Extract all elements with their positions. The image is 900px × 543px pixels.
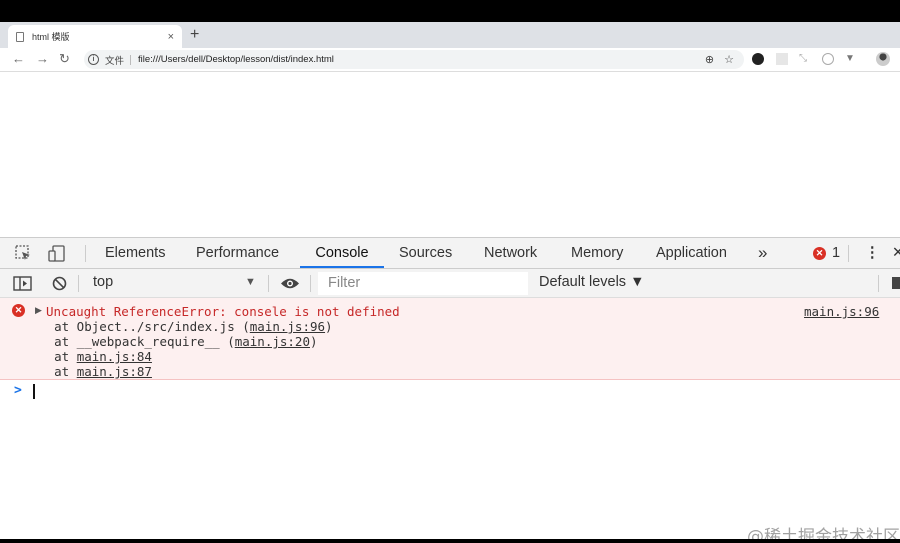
error-icon: ✕: [12, 304, 25, 317]
security-label: 文件: [105, 55, 125, 67]
error-message-text[interactable]: Uncaught ReferenceError: consele is not …: [46, 304, 400, 319]
sidebar-toggle-icon[interactable]: [13, 276, 32, 295]
stack-frame-text: at __webpack_require__ (: [24, 334, 235, 349]
context-select[interactable]: top: [93, 274, 113, 290]
prompt-chevron-icon: >: [14, 383, 22, 398]
extension-icon[interactable]: [752, 53, 764, 65]
browser-tab[interactable]: html 模版 ×: [8, 25, 182, 48]
tab-elements[interactable]: Elements: [105, 238, 165, 268]
reload-icon[interactable]: ↻: [59, 51, 70, 67]
stack-frame: at __webpack_require__ (main.js:20): [24, 334, 318, 349]
inspect-element-icon[interactable]: [15, 245, 32, 266]
divider: [268, 275, 269, 292]
stack-frame-link[interactable]: main.js:84: [77, 349, 152, 364]
stack-frame-link[interactable]: main.js:96: [250, 319, 325, 334]
clear-console-icon[interactable]: [52, 276, 67, 295]
tab-console[interactable]: Console: [300, 238, 384, 268]
divider: [310, 275, 311, 292]
device-toolbar-icon[interactable]: [48, 245, 66, 266]
bookmark-star-icon[interactable]: ☆: [724, 53, 734, 66]
kebab-menu-icon[interactable]: ⋮: [865, 238, 880, 268]
console-toolbar: top ▼ Filter Default levels ▼: [0, 269, 900, 298]
tab-network[interactable]: Network: [484, 238, 537, 268]
forward-icon[interactable]: →: [36, 51, 49, 67]
devtools-panel: Elements Performance Console Sources Net…: [0, 237, 900, 539]
extension-icon[interactable]: [822, 53, 834, 65]
console-error-message: ✕ ▶ Uncaught ReferenceError: consele is …: [0, 298, 900, 380]
divider: [878, 275, 879, 292]
close-devtools-icon[interactable]: ✕: [892, 238, 900, 268]
stack-frame: at main.js:87: [24, 364, 152, 379]
chevron-down-icon[interactable]: ▼: [245, 276, 256, 288]
stack-frame-text: at Object../src/index.js (: [24, 319, 250, 334]
divider: [848, 245, 849, 262]
divider: [130, 54, 132, 65]
extension-icon[interactable]: ▼: [845, 53, 857, 65]
stack-frame-text: at: [24, 349, 77, 364]
eye-icon[interactable]: [280, 277, 300, 294]
devtools-tab-bar: Elements Performance Console Sources Net…: [0, 238, 900, 269]
stack-frame-text: ): [309, 334, 318, 349]
browser-toolbar: ← → ↻ i 文件 file:///Users/dell/Desktop/le…: [0, 48, 900, 72]
browser-window: html 模版 × + ← → ↻ i 文件 file:///Users/del…: [0, 22, 900, 539]
tab-performance[interactable]: Performance: [196, 238, 279, 268]
info-icon[interactable]: i: [88, 54, 99, 65]
stack-frame-link[interactable]: main.js:20: [235, 334, 310, 349]
divider: [85, 245, 86, 262]
error-source-link[interactable]: main.js:96: [804, 304, 879, 319]
zoom-icon[interactable]: ⊕: [705, 53, 714, 66]
watermark: @稀土掘金技术社区: [747, 527, 900, 539]
tab-sources[interactable]: Sources: [399, 238, 452, 268]
log-levels-select[interactable]: Default levels ▼: [539, 274, 644, 290]
new-tab-button[interactable]: +: [190, 26, 199, 44]
page-icon: [16, 31, 24, 42]
tab-memory[interactable]: Memory: [571, 238, 623, 268]
stack-frame: at Object../src/index.js (main.js:96): [24, 319, 333, 334]
stack-frame-link[interactable]: main.js:87: [77, 364, 152, 379]
tab-close-button[interactable]: ×: [168, 31, 174, 43]
tab-application[interactable]: Application: [656, 238, 727, 268]
tab-title: html 模版: [32, 32, 70, 42]
avatar[interactable]: [876, 52, 890, 66]
more-tabs-icon[interactable]: »: [758, 238, 767, 268]
filter-input[interactable]: Filter: [318, 272, 528, 295]
settings-gear-icon[interactable]: [892, 277, 900, 289]
extension-icon[interactable]: [776, 53, 788, 65]
stack-frame-text: at: [24, 364, 77, 379]
error-count-badge[interactable]: 1: [832, 238, 840, 268]
divider: [78, 275, 79, 292]
url-text[interactable]: file:///Users/dell/Desktop/lesson/dist/i…: [138, 54, 705, 65]
stack-frame-text: ): [325, 319, 333, 334]
back-icon[interactable]: ←: [12, 51, 25, 67]
extension-icon[interactable]: ⤡: [799, 53, 811, 65]
address-bar[interactable]: i 文件 file:///Users/dell/Desktop/lesson/d…: [84, 50, 744, 69]
error-count-icon[interactable]: ✕: [813, 247, 826, 260]
text-cursor: [33, 384, 35, 399]
tab-strip: html 模版 × +: [0, 22, 900, 48]
expand-arrow-icon[interactable]: ▶: [35, 305, 42, 316]
stack-frame: at main.js:84: [24, 349, 152, 364]
console-prompt[interactable]: >: [0, 381, 900, 399]
